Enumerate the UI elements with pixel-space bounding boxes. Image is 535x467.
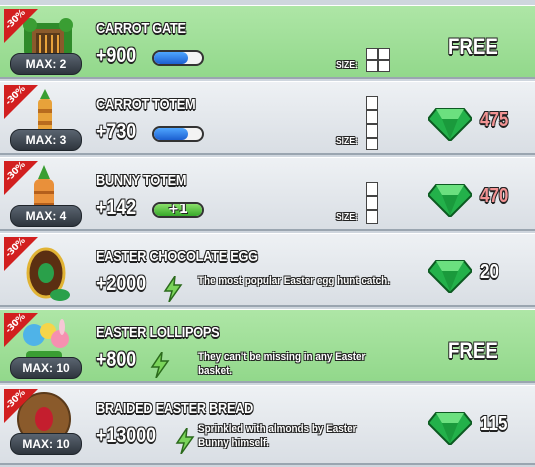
- size-label: SIZE:: [336, 60, 358, 71]
- item-title: CARROT GATE: [96, 20, 186, 37]
- gem-price[interactable]: 470: [480, 185, 508, 208]
- buy-free-button[interactable]: FREE: [448, 338, 498, 364]
- gem-icon: [428, 184, 472, 217]
- item-value: +900: [96, 44, 137, 67]
- item-description: They can't be missing in any Easter bask…: [198, 351, 366, 377]
- easter-bread-thumb: -30% MAX: 10: [4, 388, 84, 457]
- size-label: SIZE:: [336, 212, 358, 223]
- item-value: +13000: [96, 424, 157, 447]
- shop-item-carrot-totem[interactable]: -30% MAX: 3 CARROT TOTEM +730 SIZE: 475: [0, 81, 535, 155]
- lightning-icon: [150, 352, 170, 378]
- item-value: +142: [96, 196, 137, 219]
- item-title: BRAIDED EASTER BREAD: [96, 400, 254, 417]
- energy-bar-label: +1: [168, 202, 188, 217]
- buy-free-button[interactable]: FREE: [448, 34, 498, 60]
- item-value: +800: [96, 348, 137, 371]
- gem-price[interactable]: 475: [480, 109, 508, 132]
- max-badge: MAX: 2: [10, 53, 82, 75]
- bunny-totem-thumb: -30% MAX: 4: [4, 160, 84, 229]
- gem-icon: [428, 260, 472, 293]
- size-label: SIZE:: [336, 136, 358, 147]
- progress-bar: [152, 126, 204, 142]
- carrot-gate-thumb: -30% MAX: 2: [4, 8, 84, 77]
- shop-item-lollipops[interactable]: -30% MAX: 10 EASTER LOLLIPOPS +800 They …: [0, 309, 535, 383]
- gem-icon: [428, 108, 472, 141]
- max-badge: MAX: 10: [10, 357, 82, 379]
- item-title: EASTER LOLLIPOPS: [96, 324, 220, 341]
- max-badge: MAX: 10: [10, 433, 82, 455]
- shop-item-bunny-totem[interactable]: -30% MAX: 4 BUNNY TOTEM +142 +1 SIZE: 47…: [0, 157, 535, 231]
- item-title: CARROT TOTEM: [96, 96, 196, 113]
- item-title: EASTER CHOCOLATE EGG: [96, 248, 258, 265]
- shop-item-chocolate-egg[interactable]: -30% EASTER CHOCOLATE EGG +2000 The most…: [0, 233, 535, 307]
- chocolate-egg-thumb: -30%: [4, 236, 84, 305]
- lightning-icon: [175, 428, 195, 454]
- item-value: +2000: [96, 272, 147, 295]
- gem-price[interactable]: 20: [480, 261, 499, 284]
- item-title: BUNNY TOTEM: [96, 172, 187, 189]
- lightning-icon: [163, 276, 183, 302]
- max-badge: MAX: 4: [10, 205, 82, 227]
- energy-bar: +1: [152, 202, 204, 218]
- item-value: +730: [96, 120, 137, 143]
- shop-item-carrot-gate[interactable]: -30% MAX: 2 CARROT GATE +900 SIZE: FREE: [0, 5, 535, 79]
- gem-icon: [428, 412, 472, 445]
- max-badge: MAX: 3: [10, 129, 82, 151]
- carrot-totem-thumb: -30% MAX: 3: [4, 84, 84, 153]
- item-description: The most popular Easter egg hunt catch.: [198, 275, 390, 287]
- shop-item-easter-bread[interactable]: -30% MAX: 10 BRAIDED EASTER BREAD +13000…: [0, 385, 535, 465]
- lollipops-thumb: -30% MAX: 10: [4, 312, 84, 381]
- gem-price[interactable]: 115: [480, 413, 507, 436]
- progress-bar: [152, 50, 204, 66]
- item-description: Sprinkled with almonds by Easter Bunny h…: [198, 423, 357, 449]
